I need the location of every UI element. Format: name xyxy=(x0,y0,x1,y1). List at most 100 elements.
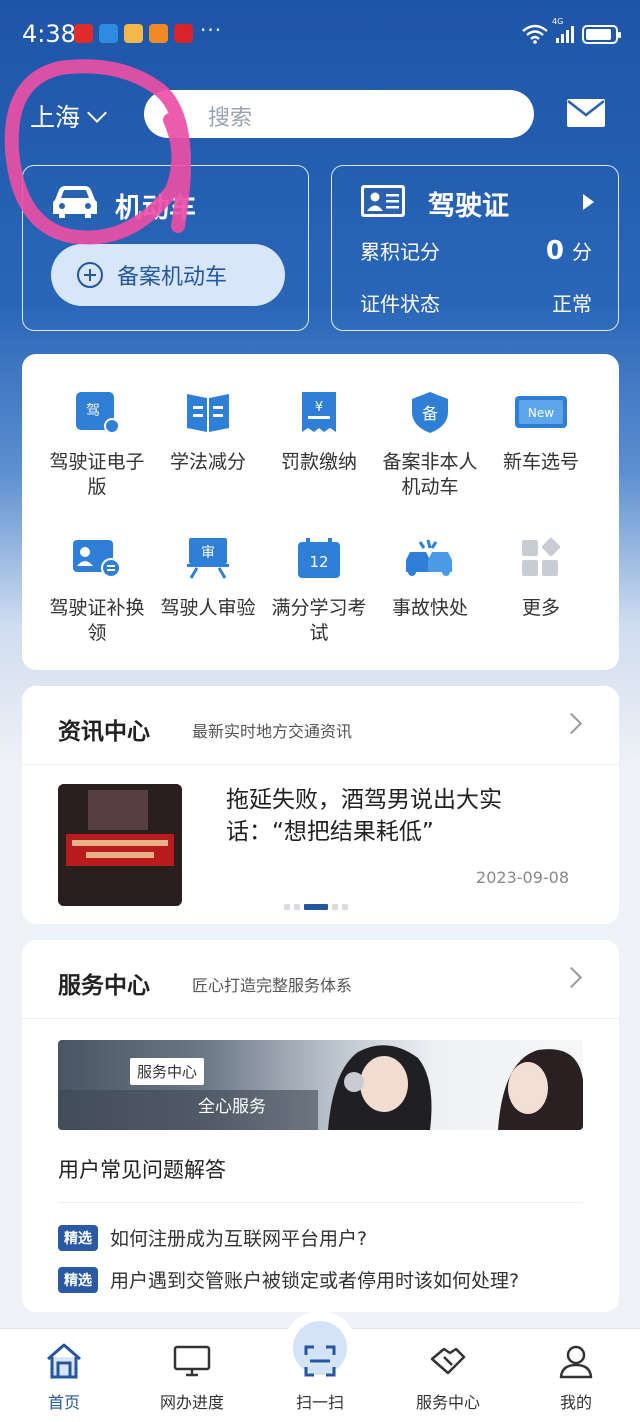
service-register-others-vehicle[interactable]: 备 备案非本人机动车 xyxy=(374,390,486,500)
banner-tag: 服务中心 xyxy=(130,1058,205,1085)
service-center-subtitle: 匠心打造完整服务体系 xyxy=(192,976,353,995)
faq-title: 用户常见问题解答 xyxy=(58,1158,226,1182)
status-more-icon: ··· xyxy=(200,18,223,42)
svg-text:备: 备 xyxy=(422,404,438,423)
accident-icon xyxy=(406,539,452,576)
shop-icon xyxy=(174,24,193,43)
featured-badge: 精选 xyxy=(58,1266,98,1293)
svg-text:12: 12 xyxy=(309,553,328,571)
score-unit: 分 xyxy=(572,240,592,264)
faq-item[interactable]: 精选 如何注册成为互联网平台用户? xyxy=(58,1224,367,1251)
service-label: 事故快处 xyxy=(391,597,468,619)
motor-vehicle-card[interactable]: 机动车 备案机动车 xyxy=(22,165,309,331)
network-label: 4G xyxy=(552,17,564,26)
play-arrow-icon xyxy=(583,194,594,210)
faq-question: 如何注册成为互联网平台用户? xyxy=(110,1228,368,1250)
status-bar: 4:38 ··· 4G xyxy=(0,0,640,64)
service-accident-quick[interactable]: 事故快处 xyxy=(374,536,486,621)
city-selector[interactable]: 上海 xyxy=(30,98,107,134)
chevron-down-icon xyxy=(87,103,107,123)
license-card-title: 驾驶证 xyxy=(428,191,509,222)
video-icon xyxy=(149,24,168,43)
score-value: 0 xyxy=(545,236,564,266)
search-input[interactable]: 搜索 xyxy=(144,90,534,138)
carousel-dot[interactable] xyxy=(332,904,338,910)
wifi-icon xyxy=(522,24,548,44)
service-license-renew[interactable]: 驾驶证补换领 xyxy=(41,536,153,646)
motor-card-title: 机动车 xyxy=(115,193,196,224)
service-label: 驾驶证电子版 xyxy=(49,451,145,498)
service-study-reduce-points[interactable]: 学法减分 xyxy=(152,390,264,475)
carousel-dot[interactable] xyxy=(342,904,348,910)
register-vehicle-button[interactable]: 备案机动车 xyxy=(51,244,285,306)
service-label: 备案非本人机动车 xyxy=(382,451,478,498)
tab-home[interactable]: 首页 xyxy=(9,1329,119,1413)
featured-badge: 精选 xyxy=(58,1224,98,1251)
gallery-icon xyxy=(124,24,143,43)
battery-icon xyxy=(582,24,621,44)
new-plate-icon: New xyxy=(515,396,567,428)
service-center-card: 服务中心 匠心打造完整服务体系 服务中心 全心服务 用户常见问题解答 精选 如何… xyxy=(22,940,619,1312)
carousel-dot-active[interactable] xyxy=(304,904,328,910)
services-grid: 驾 驾驶证电子版 学法减分 ¥ 罚款缴纳 备 备案非本人机动车 New 新车选号… xyxy=(22,354,619,670)
home-icon xyxy=(47,1343,81,1379)
news-thumbnail[interactable] xyxy=(58,784,182,906)
service-full-score-exam[interactable]: 12 满分学习考试 xyxy=(263,536,375,646)
shield-register-icon: 备 xyxy=(412,392,448,433)
carousel-dot[interactable] xyxy=(294,904,300,910)
chevron-right-icon[interactable] xyxy=(560,712,583,735)
review-board-icon: 审 xyxy=(187,538,229,579)
faq-item[interactable]: 精选 用户遇到交管账户被锁定或者停用时该如何处理? xyxy=(58,1266,519,1293)
service-label: 学法减分 xyxy=(169,451,246,473)
carousel-dot[interactable] xyxy=(284,904,290,910)
city-label: 上海 xyxy=(30,103,81,132)
score-row: 累积记分 0分 xyxy=(360,236,592,266)
status-indicators: 4G xyxy=(522,17,621,44)
service-banner[interactable]: 服务中心 全心服务 xyxy=(58,1040,583,1130)
search-placeholder: 搜索 xyxy=(208,106,253,131)
calendar-12-icon: 12 xyxy=(298,538,340,578)
tab-progress[interactable]: 网办进度 xyxy=(137,1329,247,1413)
news-section-subtitle: 最新实时地方交通资讯 xyxy=(192,722,353,741)
service-driver-review[interactable]: 审 驾驶人审验 xyxy=(152,536,264,621)
service-e-license[interactable]: 驾 驾驶证电子版 xyxy=(41,390,153,500)
bottom-tab-bar: 首页 网办进度 扫一扫 服务中心 我的 xyxy=(0,1311,640,1422)
e-license-icon: 驾 xyxy=(76,392,120,434)
signal-icon: 4G xyxy=(552,17,574,43)
service-label: 驾驶人审验 xyxy=(160,597,256,619)
service-label: 更多 xyxy=(521,597,560,619)
service-fine-payment[interactable]: ¥ 罚款缴纳 xyxy=(263,390,375,475)
user-icon xyxy=(559,1345,593,1379)
chevron-right-icon[interactable] xyxy=(560,966,583,989)
battery-fill xyxy=(586,28,612,40)
divider xyxy=(22,1018,619,1019)
svg-text:New: New xyxy=(528,406,554,420)
register-vehicle-label: 备案机动车 xyxy=(117,265,228,290)
service-label: 罚款缴纳 xyxy=(280,451,357,473)
tab-service-center[interactable]: 服务中心 xyxy=(393,1329,503,1413)
license-status-value: 正常 xyxy=(552,292,592,316)
news-image xyxy=(58,784,182,906)
tab-mine[interactable]: 我的 xyxy=(521,1329,631,1413)
divider xyxy=(58,1202,583,1203)
svg-text:审: 审 xyxy=(201,545,215,561)
xiaohongshu-icon xyxy=(74,24,93,43)
score-label: 累积记分 xyxy=(360,240,440,264)
mail-icon[interactable] xyxy=(566,98,606,128)
id-card-icon xyxy=(361,185,405,217)
tab-label: 首页 xyxy=(47,1393,80,1412)
news-headline[interactable]: 拖延失败，酒驾男说出大实话：“想把结果耗低” xyxy=(226,784,566,848)
news-section-title: 资讯中心 xyxy=(58,719,150,745)
service-new-plate[interactable]: New 新车选号 xyxy=(485,390,597,475)
service-center-title: 服务中心 xyxy=(58,973,150,999)
book-icon xyxy=(187,394,229,432)
license-status-label: 证件状态 xyxy=(360,292,440,316)
license-renew-icon xyxy=(73,540,121,578)
svg-text:¥: ¥ xyxy=(315,400,323,415)
score-display: 0分 xyxy=(546,236,592,266)
service-more[interactable]: 更多 xyxy=(485,536,597,621)
driver-license-card[interactable]: 驾驶证 累积记分 0分 证件状态 正常 xyxy=(331,165,619,331)
browser-icon xyxy=(99,24,118,43)
tab-scan[interactable]: 扫一扫 xyxy=(265,1329,375,1413)
status-time: 4:38 xyxy=(22,20,76,48)
